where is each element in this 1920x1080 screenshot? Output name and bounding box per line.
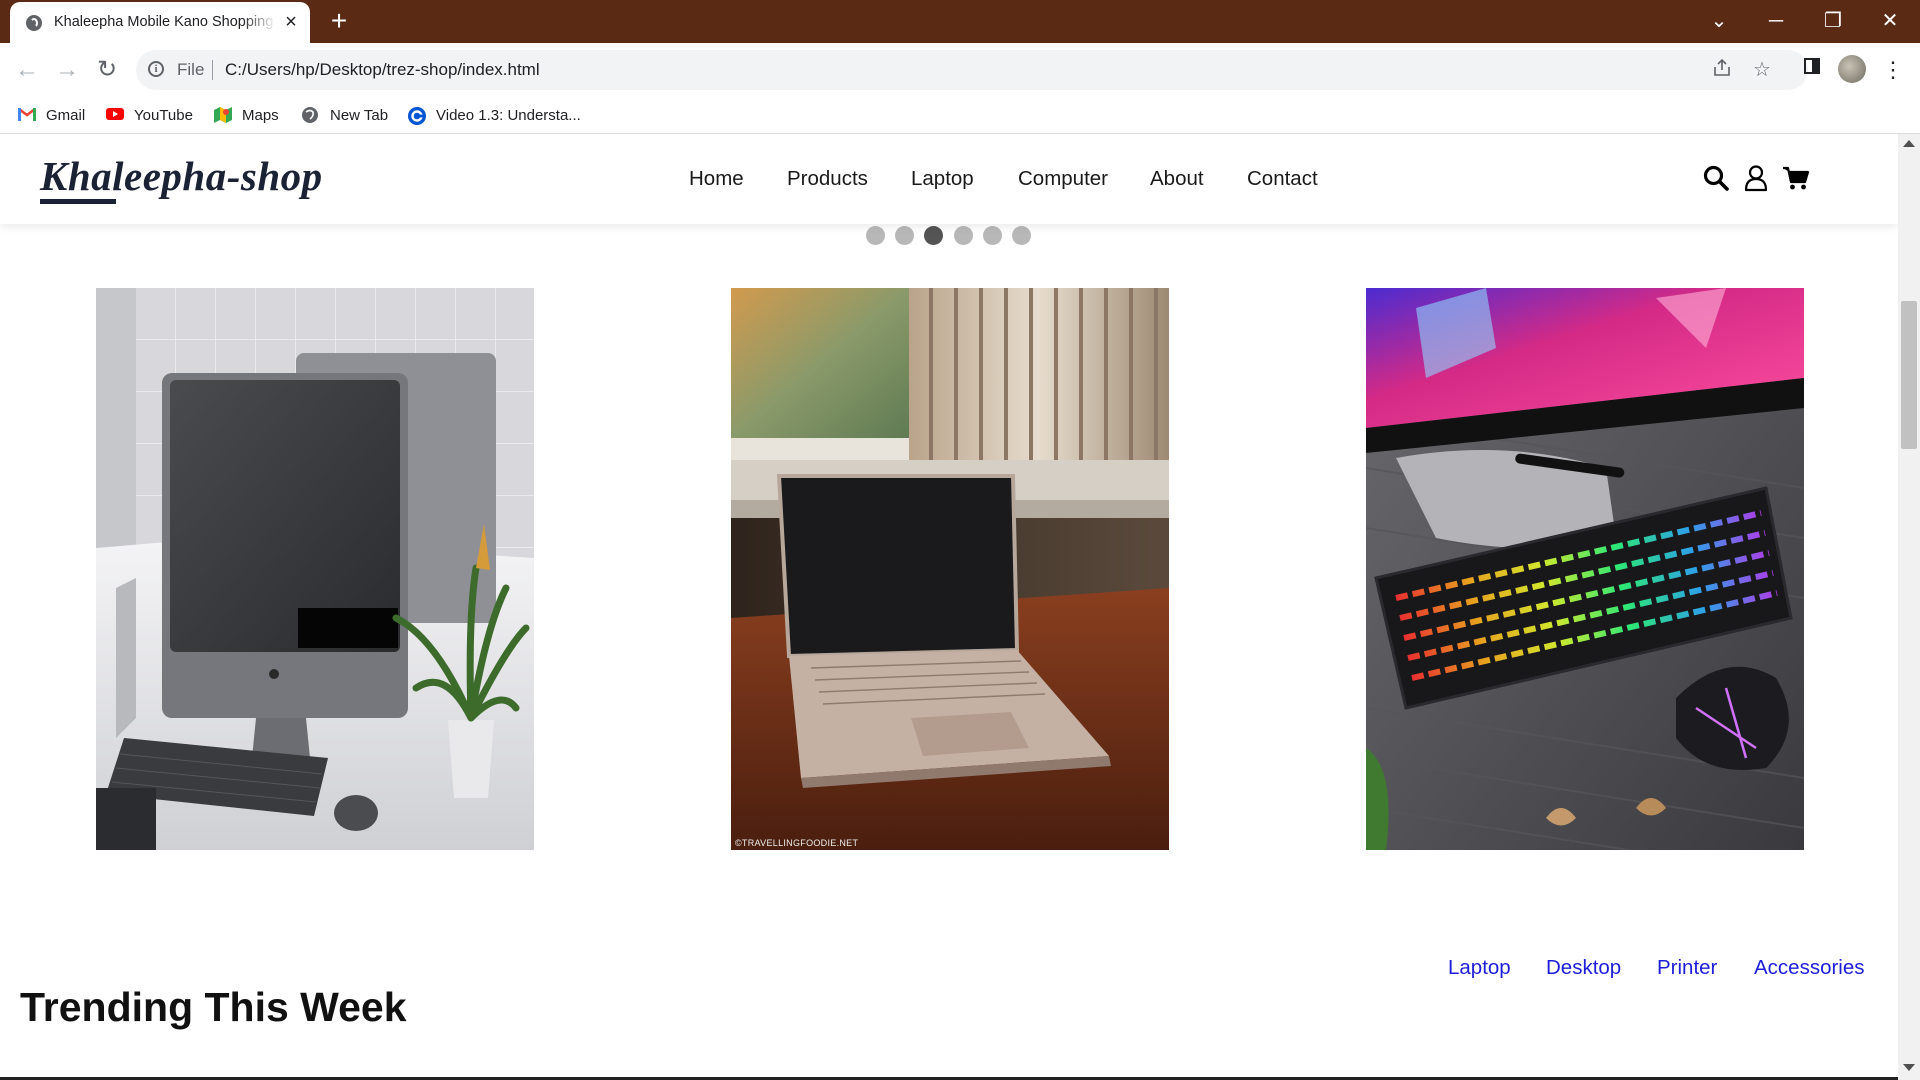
laptop-window-image[interactable]: ©TRAVELLINGFOODIE.NET (731, 288, 1169, 850)
carousel-dot-4[interactable] (954, 226, 973, 245)
carousel-dot-2[interactable] (895, 226, 914, 245)
nav-laptop[interactable]: Laptop (911, 167, 974, 191)
minimize-button[interactable]: ─ (1761, 6, 1791, 36)
carousel-indicators (0, 226, 1898, 248)
scrollbar-thumb[interactable] (1901, 301, 1917, 449)
reload-button[interactable]: ↻ (92, 55, 122, 85)
maps-icon (214, 107, 232, 123)
close-window-button[interactable]: ✕ (1875, 6, 1905, 36)
page-viewport: Khaleepha-shop Home Products Laptop Comp… (0, 134, 1898, 1080)
browser-toolbar: ← → ↻ i File C:/Users/hp/Desktop/trez-sh… (0, 43, 1920, 97)
logo-underline (40, 199, 116, 204)
cart-icon[interactable] (1782, 164, 1810, 192)
nav-about[interactable]: About (1150, 167, 1204, 191)
trending-tab-printer[interactable]: Printer (1657, 956, 1717, 980)
bookmark-new-tab[interactable]: New Tab (302, 104, 388, 126)
bookmark-gmail[interactable]: Gmail (18, 104, 85, 126)
restore-button[interactable]: ❐ (1818, 6, 1848, 36)
coursera-icon (408, 107, 426, 125)
forward-button[interactable]: → (52, 55, 82, 85)
side-panel-icon[interactable] (1797, 55, 1827, 85)
bookmark-youtube[interactable]: YouTube (106, 104, 193, 126)
tab-title: Khaleepha Mobile Kano Shopping (54, 14, 274, 30)
tab-close-icon[interactable]: × (280, 11, 302, 33)
nav-home[interactable]: Home (689, 167, 744, 191)
carousel-dot-6[interactable] (1012, 226, 1031, 245)
url-scheme: File (177, 60, 205, 79)
new-tab-button[interactable]: + (324, 6, 354, 36)
carousel-dot-5[interactable] (983, 226, 1002, 245)
menu-kebab-icon[interactable]: ⋮ (1878, 55, 1908, 85)
browser-tabstrip: Khaleepha Mobile Kano Shopping × + ⌄ ─ ❐… (0, 0, 1920, 43)
url-separator (212, 60, 213, 80)
nav-computer[interactable]: Computer (1018, 167, 1108, 191)
trending-tab-desktop[interactable]: Desktop (1546, 956, 1621, 980)
bookmarks-bar: Gmail YouTube Maps New Tab Video 1.3: Un… (0, 97, 1920, 134)
scroll-up-arrow-icon[interactable] (1903, 140, 1915, 147)
trending-title: Trending This Week (20, 984, 407, 1031)
tab-search-icon[interactable]: ⌄ (1704, 6, 1734, 36)
carousel-dot-1[interactable] (866, 226, 885, 245)
profile-avatar[interactable] (1838, 55, 1866, 83)
page-scrollbar[interactable] (1898, 134, 1920, 1080)
site-header: Khaleepha-shop Home Products Laptop Comp… (0, 134, 1898, 224)
scroll-down-arrow-icon[interactable] (1903, 1064, 1915, 1071)
search-icon[interactable] (1702, 164, 1730, 192)
bookmark-maps[interactable]: Maps (214, 104, 279, 126)
url-text[interactable]: C:/Users/hp/Desktop/trez-shop/index.html (225, 60, 540, 80)
image-watermark: ©TRAVELLINGFOODIE.NET (735, 838, 859, 848)
trending-tab-accessories[interactable]: Accessories (1754, 956, 1865, 980)
back-button[interactable]: ← (12, 55, 42, 85)
youtube-icon (106, 107, 124, 123)
globe-icon (26, 15, 42, 31)
share-icon[interactable] (1710, 58, 1734, 82)
site-info-icon[interactable]: i (148, 61, 164, 77)
imac-desk-image[interactable] (96, 288, 534, 850)
globe-icon (302, 107, 320, 123)
carousel-dot-3[interactable] (924, 226, 943, 245)
trending-tab-laptop[interactable]: Laptop (1448, 956, 1511, 980)
gmail-icon (18, 107, 36, 123)
bookmark-video[interactable]: Video 1.3: Understa... (408, 104, 581, 126)
user-icon[interactable] (1742, 164, 1770, 192)
site-logo[interactable]: Khaleepha-shop (40, 152, 323, 200)
address-bar[interactable]: i File C:/Users/hp/Desktop/trez-shop/ind… (136, 50, 1808, 90)
browser-tab-active[interactable]: Khaleepha Mobile Kano Shopping × (10, 2, 310, 43)
nav-products[interactable]: Products (787, 167, 868, 191)
nav-contact[interactable]: Contact (1247, 167, 1318, 191)
bookmark-star-icon[interactable]: ☆ (1750, 58, 1774, 82)
gaming-keyboard-image[interactable] (1366, 288, 1804, 850)
